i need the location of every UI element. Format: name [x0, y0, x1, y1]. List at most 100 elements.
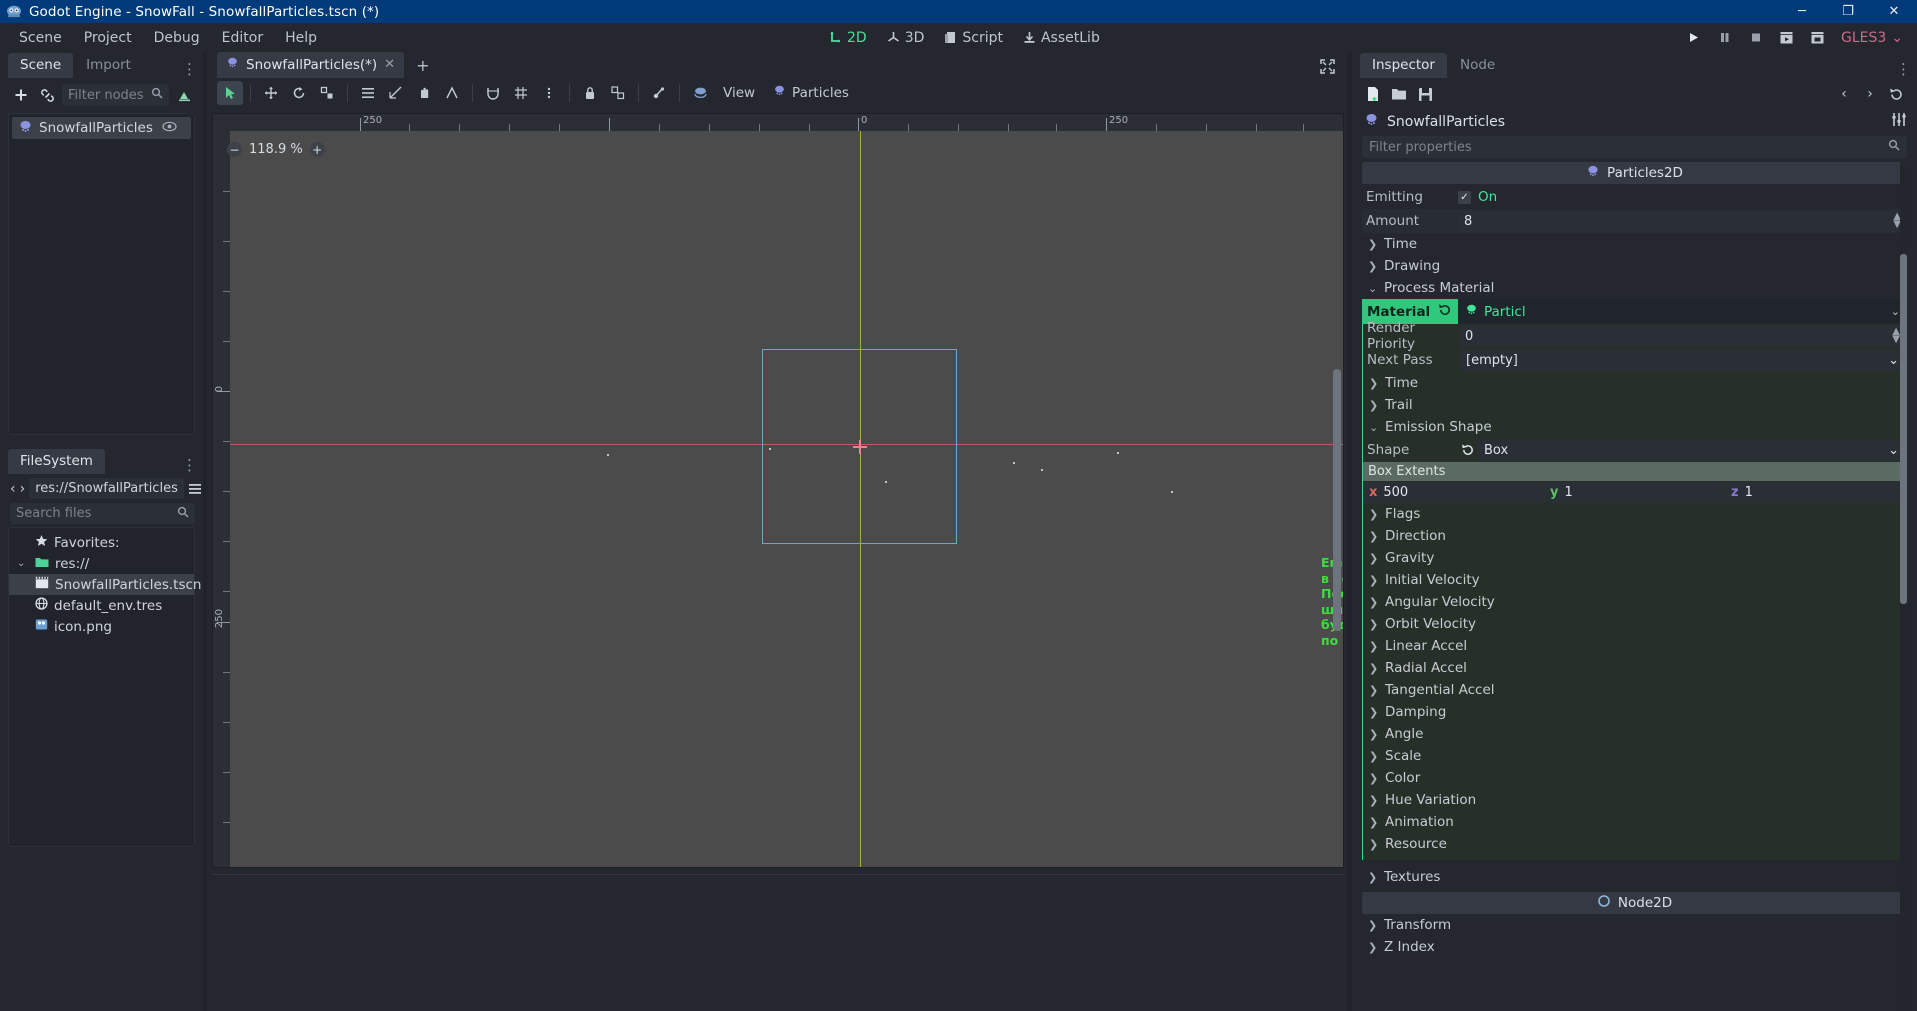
history-back-icon[interactable]: ‹: [1833, 83, 1855, 105]
ruler-icon[interactable]: [383, 81, 409, 105]
viewport-vertical-scrollbar[interactable]: [1333, 369, 1341, 631]
fs-item-favorites[interactable]: Favorites:: [9, 532, 194, 553]
pan-mode-icon[interactable]: [411, 81, 437, 105]
tab-3d[interactable]: 3D: [878, 27, 934, 49]
group-icon[interactable]: [605, 81, 631, 105]
fold-process-material[interactable]: ⌄ Process Material: [1362, 277, 1907, 299]
box-extents-z[interactable]: z 1: [1725, 482, 1905, 503]
view-menu-button[interactable]: View: [715, 82, 763, 104]
filter-nodes-input[interactable]: Filter nodes: [62, 84, 169, 106]
scrollbar-thumb[interactable]: [1900, 254, 1907, 604]
minimize-button[interactable]: ─: [1779, 0, 1825, 23]
instance-scene-link-icon[interactable]: [36, 84, 58, 106]
zoom-in-button[interactable]: +: [309, 142, 325, 157]
search-files-input[interactable]: Search files: [10, 503, 195, 524]
section-node2d[interactable]: Node2D: [1362, 892, 1907, 914]
fold-hue-variation[interactable]: ❯ Hue Variation: [1363, 789, 1906, 811]
list-select-icon[interactable]: [355, 81, 381, 105]
fold-emission-shape[interactable]: ⌄ Emission Shape: [1363, 416, 1906, 438]
section-particles2d[interactable]: Particles2D: [1362, 162, 1907, 184]
fold-material-trail[interactable]: ❯ Trail: [1363, 394, 1906, 416]
tab-assetlib[interactable]: AssetLib: [1014, 27, 1109, 49]
filter-properties-input[interactable]: Filter properties: [1362, 136, 1907, 158]
list-view-icon[interactable]: [188, 479, 202, 499]
grid-snap-icon[interactable]: [508, 81, 534, 105]
snap-options-icon[interactable]: [536, 81, 562, 105]
view-layer-icon[interactable]: [687, 81, 713, 105]
fold-drawing[interactable]: ❯ Drawing: [1362, 255, 1907, 277]
history-forward-icon[interactable]: ›: [1859, 83, 1881, 105]
menu-scene[interactable]: Scene: [8, 27, 73, 49]
fold-z-index[interactable]: ❯ Z Index: [1362, 936, 1907, 958]
tab-node[interactable]: Node: [1448, 53, 1507, 78]
fold-tangential-accel[interactable]: ❯ Tangential Accel: [1363, 679, 1906, 701]
play-custom-scene-icon[interactable]: [1804, 26, 1832, 50]
revert-icon[interactable]: [1438, 303, 1452, 321]
fold-radial-accel[interactable]: ❯ Radial Accel: [1363, 657, 1906, 679]
play-scene-icon[interactable]: [1773, 26, 1801, 50]
next-pass-dropdown[interactable]: [empty] ⌄: [1459, 349, 1906, 371]
zoom-out-button[interactable]: −: [227, 142, 242, 157]
menu-help[interactable]: Help: [274, 27, 328, 49]
emitting-checkbox[interactable]: ✓ On: [1458, 189, 1497, 205]
filesystem-dock-menu-icon[interactable]: ⋮: [182, 456, 197, 474]
fold-gravity[interactable]: ❯ Gravity: [1363, 547, 1906, 569]
chevron-down-icon[interactable]: ⌄: [17, 558, 29, 569]
close-icon[interactable]: ✕: [384, 57, 395, 72]
fold-angle[interactable]: ❯ Angle: [1363, 723, 1906, 745]
fold-textures[interactable]: ❯ Textures: [1362, 866, 1907, 888]
open-scene-tab[interactable]: SnowfallParticles(*) ✕: [217, 52, 405, 78]
menu-editor[interactable]: Editor: [211, 27, 274, 49]
open-resource-icon[interactable]: [1388, 83, 1410, 105]
stop-icon[interactable]: [1742, 26, 1770, 50]
particles-menu-button[interactable]: Particles: [765, 81, 857, 104]
nav-forward-icon[interactable]: ›: [20, 479, 26, 499]
expand-icon[interactable]: [1320, 59, 1335, 78]
snap-mode-icon[interactable]: [480, 81, 506, 105]
rotate-mode-icon[interactable]: [286, 81, 312, 105]
tab-scene[interactable]: Scene: [8, 53, 74, 78]
maximize-button[interactable]: ❐: [1825, 0, 1871, 23]
scene-tree-options-button[interactable]: [173, 84, 195, 106]
fs-item-icon-png[interactable]: icon.png: [9, 616, 194, 637]
save-resource-icon[interactable]: [1414, 83, 1436, 105]
fold-orbit-velocity[interactable]: ❯ Orbit Velocity: [1363, 613, 1906, 635]
fold-direction[interactable]: ❯ Direction: [1363, 525, 1906, 547]
fold-damping[interactable]: ❯ Damping: [1363, 701, 1906, 723]
box-extents-y[interactable]: y 1: [1544, 482, 1724, 503]
inspector-menu-icon[interactable]: ⋮: [1896, 60, 1911, 78]
add-node-button[interactable]: [10, 84, 32, 106]
fold-initial-velocity[interactable]: ❯ Initial Velocity: [1363, 569, 1906, 591]
nav-back-icon[interactable]: ‹: [10, 479, 16, 499]
fold-time[interactable]: ❯ Time: [1362, 233, 1907, 255]
box-extents-x[interactable]: x 500: [1363, 482, 1543, 503]
pause-icon[interactable]: [1711, 26, 1739, 50]
tab-2d[interactable]: 2D: [820, 27, 876, 49]
smart-snap-icon[interactable]: [439, 81, 465, 105]
renderer-dropdown[interactable]: GLES3 ⌄: [1835, 28, 1909, 48]
object-tools-icon[interactable]: [1891, 112, 1907, 131]
fold-resource[interactable]: ❯ Resource: [1363, 833, 1906, 855]
scale-mode-icon[interactable]: [314, 81, 340, 105]
fs-item-snowfallparticles-tscn[interactable]: SnowfallParticles.tscn: [9, 574, 201, 595]
amount-input[interactable]: 8 ▲ ▼: [1458, 210, 1907, 232]
shape-dropdown[interactable]: Box ⌄: [1477, 439, 1906, 461]
skeleton-icon[interactable]: [646, 81, 672, 105]
add-scene-tab-button[interactable]: +: [408, 53, 437, 78]
fs-item-default-env-tres[interactable]: default_env.tres: [9, 595, 194, 616]
fold-animation[interactable]: ❯ Animation: [1363, 811, 1906, 833]
close-button[interactable]: ✕: [1871, 0, 1917, 23]
tab-filesystem[interactable]: FileSystem: [8, 449, 105, 474]
menu-debug[interactable]: Debug: [143, 27, 211, 49]
inspector-scrollbar[interactable]: [1900, 162, 1907, 1011]
select-mode-icon[interactable]: [217, 80, 243, 105]
scene-dock-menu-icon[interactable]: ⋮: [182, 60, 197, 78]
fold-angular-velocity[interactable]: ❯ Angular Velocity: [1363, 591, 1906, 613]
history-icon[interactable]: [1885, 83, 1907, 105]
fold-scale[interactable]: ❯ Scale: [1363, 745, 1906, 767]
tab-script[interactable]: Script: [935, 27, 1012, 49]
menu-project[interactable]: Project: [73, 27, 143, 49]
lock-icon[interactable]: [577, 81, 603, 105]
fs-item-res-root[interactable]: ⌄ res://: [9, 553, 194, 574]
fold-linear-accel[interactable]: ❯ Linear Accel: [1363, 635, 1906, 657]
